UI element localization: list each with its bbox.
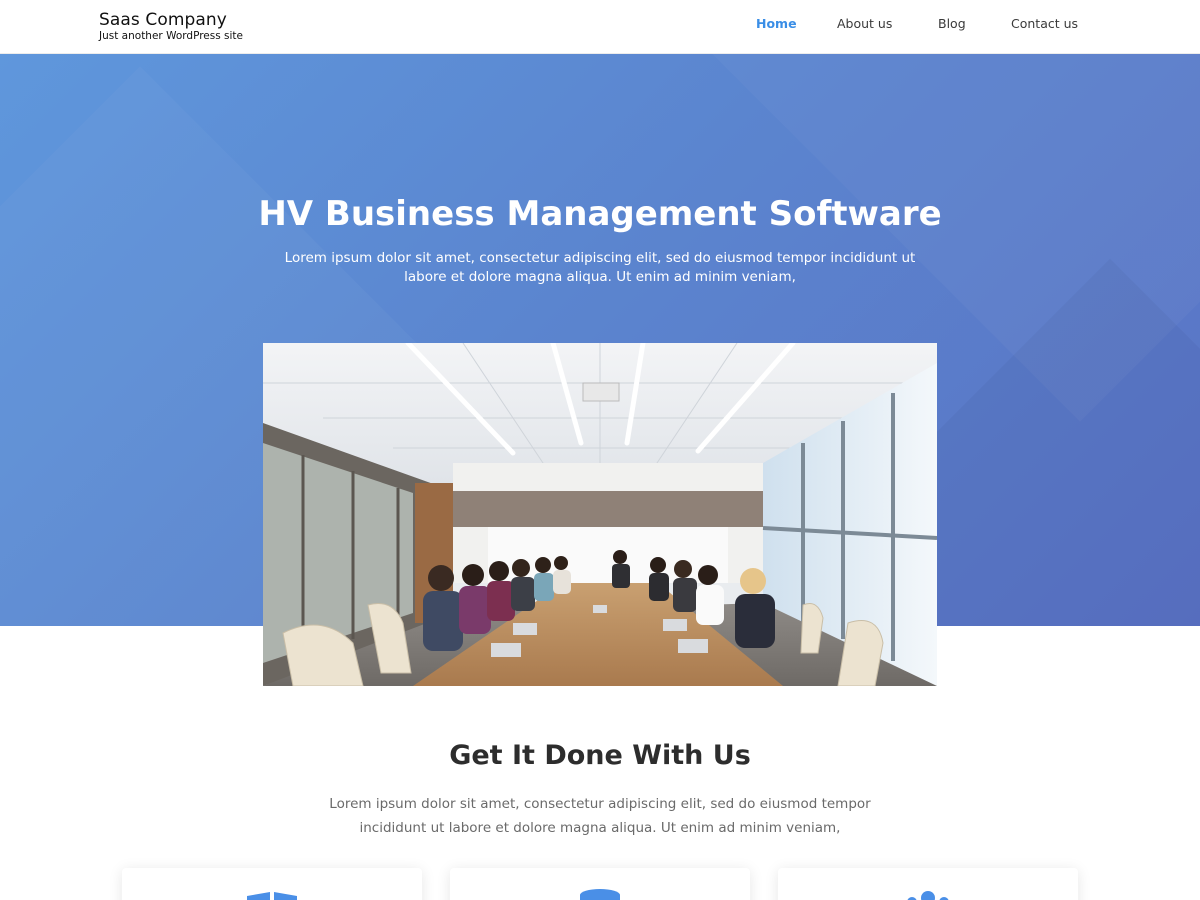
nav-blog[interactable]: Blog: [938, 15, 966, 33]
users-icon: [778, 886, 1078, 900]
nav-contact-us[interactable]: Contact us: [1011, 15, 1078, 33]
database-icon: [450, 886, 750, 900]
site-header: Saas Company Just another WordPress site…: [0, 0, 1200, 54]
meeting-room-photo: [263, 343, 937, 686]
nav-about-us[interactable]: About us: [837, 15, 892, 33]
feature-card[interactable]: [122, 868, 422, 900]
hero-title: HV Business Management Software: [258, 194, 942, 234]
book-icon: [122, 886, 422, 900]
section-text: Lorem ipsum dolor sit amet, consectetur …: [329, 796, 871, 836]
hero-text: Lorem ipsum dolor sit amet, consectetur …: [284, 250, 916, 285]
main-navigation: Home About us Blog Contact us: [0, 15, 1200, 35]
feature-card[interactable]: [450, 868, 750, 900]
nav-home[interactable]: Home: [756, 15, 797, 33]
section-title: Get It Done With Us: [449, 740, 751, 771]
feature-card[interactable]: [778, 868, 1078, 900]
